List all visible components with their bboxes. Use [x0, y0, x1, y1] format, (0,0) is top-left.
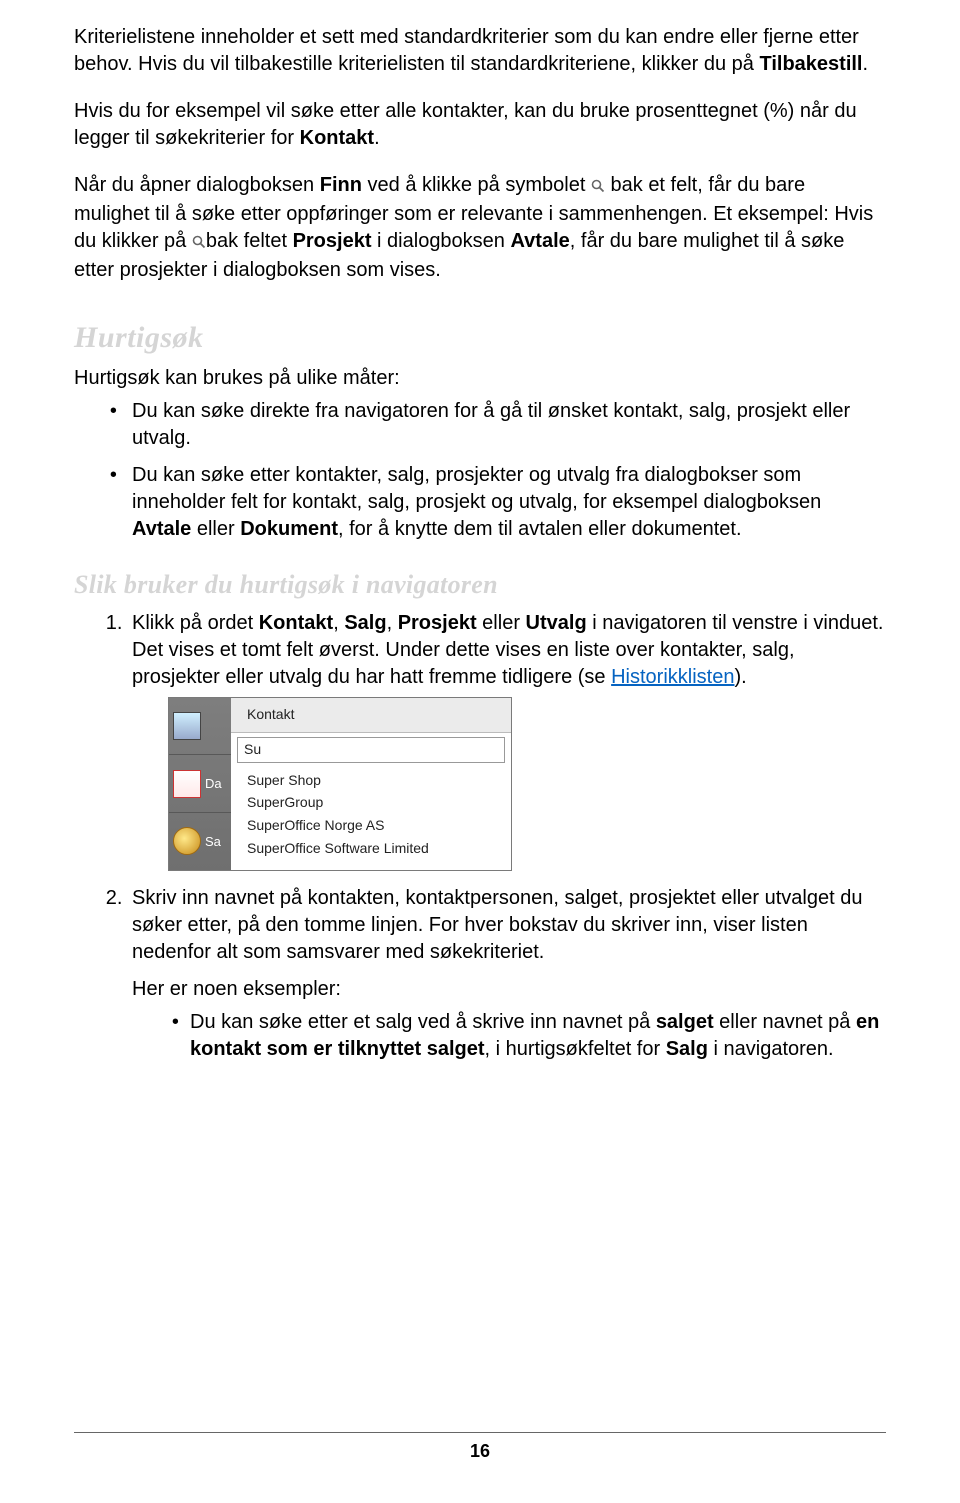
bold: Salg	[666, 1038, 708, 1060]
sidebar-item-dagbok[interactable]: Da	[169, 755, 231, 813]
input-value: Su	[244, 740, 261, 759]
bold: Dokument	[240, 518, 338, 540]
coins-icon	[173, 827, 201, 855]
text: eller	[477, 612, 526, 634]
text: Du kan søke etter et salg ved å skrive i…	[190, 1011, 656, 1033]
text: ved å klikke på symbolet	[362, 174, 591, 196]
navigator-sidebar: Da Sa	[169, 698, 231, 870]
text: bak feltet	[206, 230, 293, 252]
list-item: Du kan søke etter kontakter, salg, prosj…	[128, 462, 886, 543]
text: ).	[734, 666, 746, 688]
text: Når du åpner dialogboksen	[74, 174, 320, 196]
history-list: Super Shop SuperGroup SuperOffice Norge …	[231, 767, 511, 870]
sidebar-item-label: Da	[205, 775, 222, 793]
text: eller	[191, 518, 240, 540]
ordered-list: Klikk på ordet Kontakt, Salg, Prosjekt e…	[74, 610, 886, 1063]
list-item[interactable]: Super Shop	[231, 769, 511, 792]
bold: Finn	[320, 174, 362, 196]
bold: Salg	[344, 612, 386, 634]
sidebar-item-kontakt[interactable]	[169, 698, 231, 756]
list-item: Du kan søke etter et salg ved å skrive i…	[190, 1009, 886, 1063]
list-item[interactable]: SuperOffice Software Limited	[231, 837, 511, 860]
paragraph: Kriterielistene inneholder et sett med s…	[74, 24, 886, 78]
bold: Tilbakestill	[759, 53, 862, 75]
magnifier-icon	[591, 174, 605, 201]
text: Du kan søke direkte fra navigatoren for …	[132, 400, 850, 449]
text: Klikk på ordet	[132, 612, 259, 634]
text: ,	[387, 612, 398, 634]
text: , i hurtigsøkfeltet for	[485, 1038, 666, 1060]
text: eller navnet på	[714, 1011, 856, 1033]
paragraph: Når du åpner dialogboksen Finn ved å kli…	[74, 172, 886, 284]
magnifier-icon	[192, 230, 206, 257]
bold: Prosjekt	[293, 230, 372, 252]
dropdown-panel: Kontakt Su Super Shop SuperGroup SuperOf…	[231, 698, 511, 870]
paragraph: Hvis du for eksempel vil søke etter alle…	[74, 98, 886, 152]
list-item[interactable]: SuperGroup	[231, 791, 511, 814]
bold: Utvalg	[526, 612, 587, 634]
historikklisten-link[interactable]: Historikklisten	[611, 666, 734, 688]
heading-hurtigsok: Hurtigsøk	[74, 318, 886, 359]
text: ,	[333, 612, 344, 634]
bold: Prosjekt	[398, 612, 477, 634]
examples-label: Her er noen eksempler:	[132, 976, 886, 1003]
text: i dialogboksen	[372, 230, 511, 252]
building-icon	[173, 712, 201, 740]
inner-bullet-list: Du kan søke etter et salg ved å skrive i…	[132, 1009, 886, 1063]
text: i navigatoren.	[708, 1038, 834, 1060]
list-item[interactable]: SuperOffice Norge AS	[231, 814, 511, 837]
text: Du kan søke etter kontakter, salg, prosj…	[132, 464, 821, 513]
sidebar-item-salg[interactable]: Sa	[169, 813, 231, 870]
search-input[interactable]: Su	[237, 737, 505, 763]
text: , for å knytte dem til avtalen eller dok…	[338, 518, 742, 540]
panel-header: Kontakt	[231, 698, 511, 733]
page-footer: 16	[74, 1432, 886, 1463]
bold: Kontakt	[300, 127, 374, 149]
text: .	[863, 53, 869, 75]
calendar-icon	[173, 770, 201, 798]
document-page: Kriterielistene inneholder et sett med s…	[0, 0, 960, 1503]
bold: Avtale	[510, 230, 569, 252]
text: Kriterielistene inneholder et sett med s…	[74, 26, 859, 75]
page-number: 16	[470, 1441, 490, 1461]
text: .	[374, 127, 380, 149]
list-item: Skriv inn navnet på kontakten, kontaktpe…	[128, 885, 886, 1063]
lead-text: Hurtigsøk kan brukes på ulike måter:	[74, 365, 886, 392]
text: Skriv inn navnet på kontakten, kontaktpe…	[132, 887, 862, 963]
bullet-list: Du kan søke direkte fra navigatoren for …	[74, 398, 886, 543]
heading-navigator: Slik bruker du hurtigsøk i navigatoren	[74, 567, 886, 602]
sidebar-item-label: Sa	[205, 833, 221, 851]
text: Hvis du for eksempel vil søke etter alle…	[74, 100, 857, 149]
bold: salget	[656, 1011, 714, 1033]
list-item: Klikk på ordet Kontakt, Salg, Prosjekt e…	[128, 610, 886, 871]
bold: Avtale	[132, 518, 191, 540]
list-item: Du kan søke direkte fra navigatoren for …	[128, 398, 886, 452]
bold: Kontakt	[259, 612, 333, 634]
ui-screenshot-mock: Da Sa Kontakt Su Super Shop SuperGroup S…	[168, 697, 512, 871]
